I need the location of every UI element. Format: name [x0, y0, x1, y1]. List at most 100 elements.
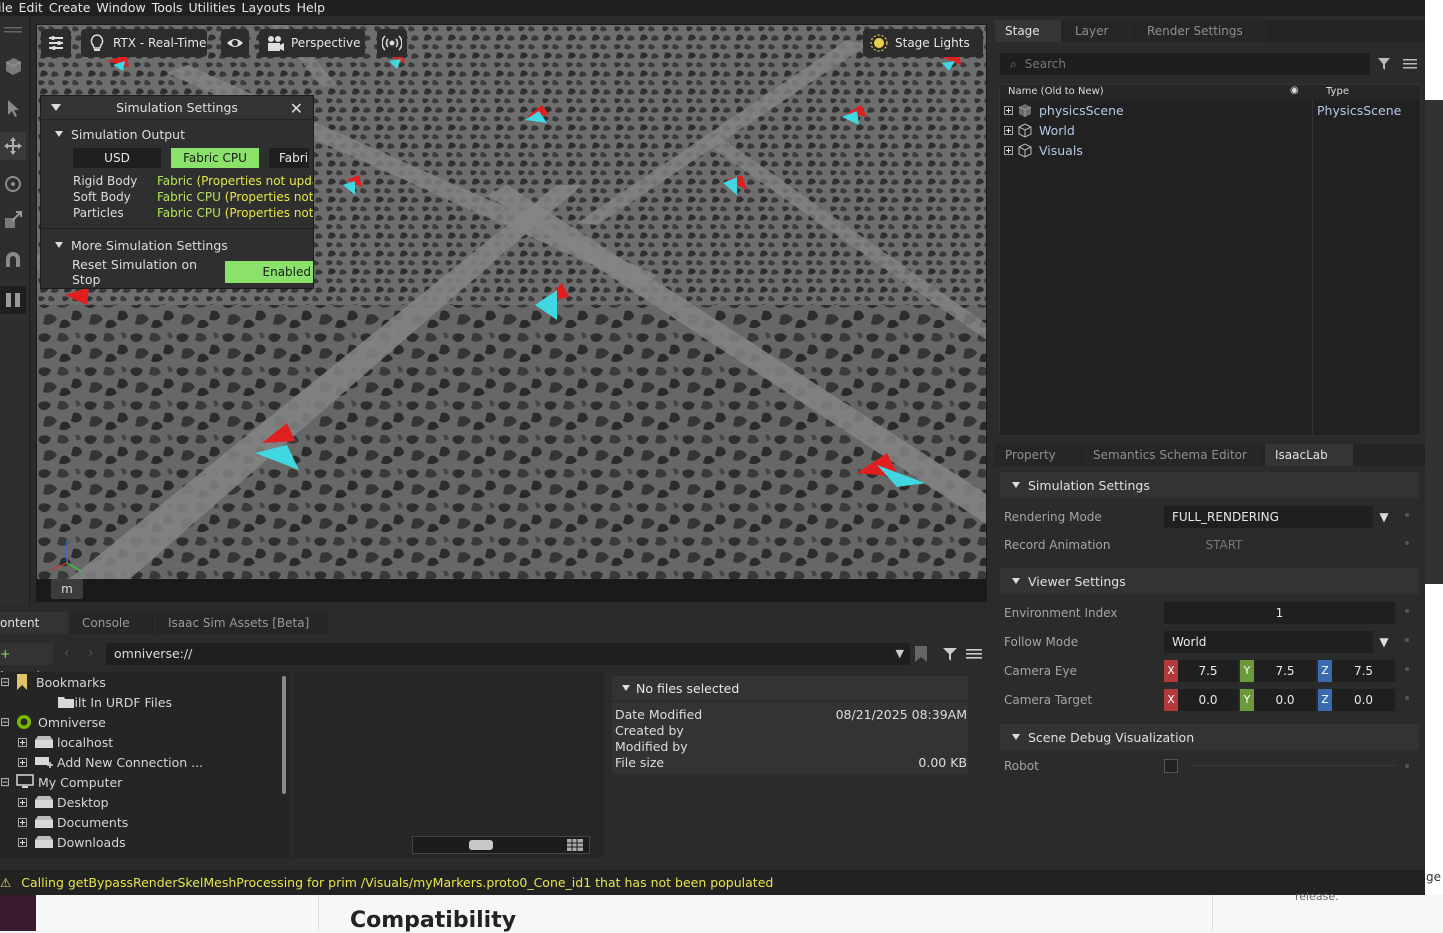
stage-lights-button[interactable]: Stage Lights: [863, 29, 983, 57]
menu-help[interactable]: Help: [294, 1, 329, 15]
robot-checkbox[interactable]: [1164, 759, 1178, 773]
menu-tools[interactable]: Tools: [149, 1, 186, 15]
tree-built-in-urdf[interactable]: Built In URDF Files: [58, 692, 172, 712]
tab-isaaclab[interactable]: IsaacLab: [1265, 444, 1353, 466]
menu-file[interactable]: ile: [0, 1, 16, 15]
record-start-button[interactable]: START: [1164, 534, 1284, 556]
scene-debug-section[interactable]: Scene Debug Visualization: [1000, 724, 1419, 750]
col-name-header[interactable]: Name (Old to New): [1008, 86, 1104, 97]
server-icon: [35, 736, 53, 748]
file-grid[interactable]: [294, 672, 604, 858]
grid-view-icon[interactable]: [567, 839, 583, 851]
pause-icon[interactable]: [0, 286, 26, 314]
menu-layouts[interactable]: Layouts: [239, 1, 294, 15]
tree-bookmarks[interactable]: ⊟ Bookmarks: [0, 672, 106, 692]
tree-item-physicsscene[interactable]: physicsScene: [1004, 101, 1124, 119]
tree-item-world[interactable]: World: [1004, 121, 1075, 139]
option-fabric-gpu[interactable]: Fabri: [269, 148, 309, 168]
collapse-triangle-icon[interactable]: [51, 104, 61, 111]
more-simulation-settings-section[interactable]: More Simulation Settings: [41, 235, 313, 255]
expand-icon[interactable]: [1004, 145, 1013, 155]
stage-search-input[interactable]: ⌕ Search: [999, 52, 1371, 76]
option-fabric-cpu[interactable]: Fabric CPU: [171, 148, 259, 168]
col-type-header[interactable]: Type: [1326, 86, 1349, 97]
isaac-sim-window: ile Edit Create Window Tools Utilities L…: [0, 0, 1425, 895]
expand-icon[interactable]: [18, 737, 27, 747]
rotate-tool-icon[interactable]: [0, 170, 26, 198]
collapse-minus-icon[interactable]: ⊟: [0, 715, 10, 729]
tree-documents[interactable]: Documents: [18, 812, 128, 832]
camera-button[interactable]: Perspective: [259, 29, 365, 57]
expand-icon[interactable]: [1004, 105, 1013, 115]
thumbnail-size-slider[interactable]: [412, 836, 590, 854]
tree-scrollbar[interactable]: [282, 676, 286, 794]
menu-icon[interactable]: [966, 648, 982, 660]
row-value: Fabric CPU: [157, 190, 221, 204]
menu-window[interactable]: Window: [93, 1, 148, 15]
visibility-eye-button[interactable]: [221, 29, 249, 57]
reset-dot-icon: [1405, 541, 1409, 545]
bookmark-icon[interactable]: [914, 646, 928, 662]
filter-icon[interactable]: [942, 646, 958, 662]
snap-magnet-icon[interactable]: [0, 246, 26, 274]
renderer-button[interactable]: RTX - Real-Time: [81, 29, 207, 57]
select-mode-icon[interactable]: [0, 52, 26, 80]
option-usd[interactable]: USD: [73, 148, 161, 168]
tab-property[interactable]: Property: [995, 444, 1079, 466]
tab-layer[interactable]: Layer: [1065, 20, 1133, 42]
tree-my-computer[interactable]: ⊟ My Computer: [0, 772, 122, 792]
forward-arrow-icon[interactable]: ›: [88, 645, 94, 661]
close-icon[interactable]: ✕: [290, 99, 303, 118]
scale-tool-icon[interactable]: [0, 206, 26, 234]
expand-icon[interactable]: [18, 757, 27, 767]
expand-icon[interactable]: [18, 797, 27, 807]
camera-eye-x[interactable]: 7.5: [1178, 660, 1238, 682]
tree-downloads[interactable]: Downloads: [18, 832, 126, 852]
camera-target-y[interactable]: 0.0: [1254, 689, 1316, 711]
collapse-minus-icon[interactable]: ⊟: [0, 775, 10, 789]
move-tool-icon[interactable]: [0, 132, 26, 160]
filter-icon[interactable]: [1377, 56, 1393, 72]
camera-target-x[interactable]: 0.0: [1178, 689, 1238, 711]
viewport-settings-icon[interactable]: [41, 29, 71, 57]
menu-create[interactable]: Create: [46, 1, 94, 15]
m-button[interactable]: m: [51, 579, 83, 599]
tab-isaac-sim-assets[interactable]: Isaac Sim Assets [Beta]: [156, 612, 328, 634]
menu-icon[interactable]: [1403, 58, 1417, 70]
broadcast-button[interactable]: [377, 29, 407, 57]
tab-content[interactable]: ontent: [0, 612, 68, 634]
tab-render-settings[interactable]: Render Settings: [1137, 20, 1267, 42]
tree-localhost[interactable]: localhost: [18, 732, 113, 752]
expand-icon[interactable]: [1004, 125, 1013, 135]
simulation-output-section[interactable]: Simulation Output: [41, 124, 313, 144]
tree-desktop[interactable]: Desktop: [18, 792, 109, 812]
tree-add-connection[interactable]: Add New Connection ...: [18, 752, 203, 772]
chevron-down-icon[interactable]: ▼: [896, 643, 904, 665]
rendering-mode-dropdown[interactable]: FULL_RENDERING ▼: [1164, 506, 1395, 528]
tab-semantics-schema-editor[interactable]: Semantics Schema Editor: [1083, 444, 1261, 466]
back-arrow-icon[interactable]: ‹: [64, 645, 70, 661]
collapse-minus-icon[interactable]: ⊟: [0, 675, 10, 689]
details-header[interactable]: No files selected: [612, 676, 968, 700]
import-button[interactable]: + Import: [0, 643, 53, 683]
viewer-settings-section[interactable]: Viewer Settings: [1000, 568, 1419, 594]
camera-eye-y[interactable]: 7.5: [1254, 660, 1316, 682]
expand-icon[interactable]: [18, 817, 27, 827]
menu-edit[interactable]: Edit: [16, 1, 46, 15]
tree-item-visuals[interactable]: Visuals: [1004, 141, 1083, 159]
reset-on-stop-toggle[interactable]: Enabled: [225, 261, 313, 283]
environment-index-field[interactable]: 1: [1164, 602, 1395, 624]
follow-mode-dropdown[interactable]: World ▼: [1164, 631, 1395, 653]
pointer-icon[interactable]: [0, 94, 26, 122]
camera-target-z[interactable]: 0.0: [1332, 689, 1395, 711]
expand-icon[interactable]: [18, 837, 27, 847]
camera-eye-z[interactable]: 7.5: [1332, 660, 1395, 682]
slider-handle[interactable]: [469, 840, 493, 850]
tab-stage[interactable]: Stage: [995, 20, 1061, 42]
sim-settings-section[interactable]: Simulation Settings: [1000, 472, 1419, 498]
tab-console[interactable]: Console: [70, 612, 154, 634]
path-input[interactable]: omniverse:// ▼: [106, 643, 910, 665]
menu-utilities[interactable]: Utilities: [186, 1, 239, 15]
row-value: Fabric: [157, 174, 193, 188]
tree-omniverse[interactable]: ⊟ Omniverse: [0, 712, 106, 732]
